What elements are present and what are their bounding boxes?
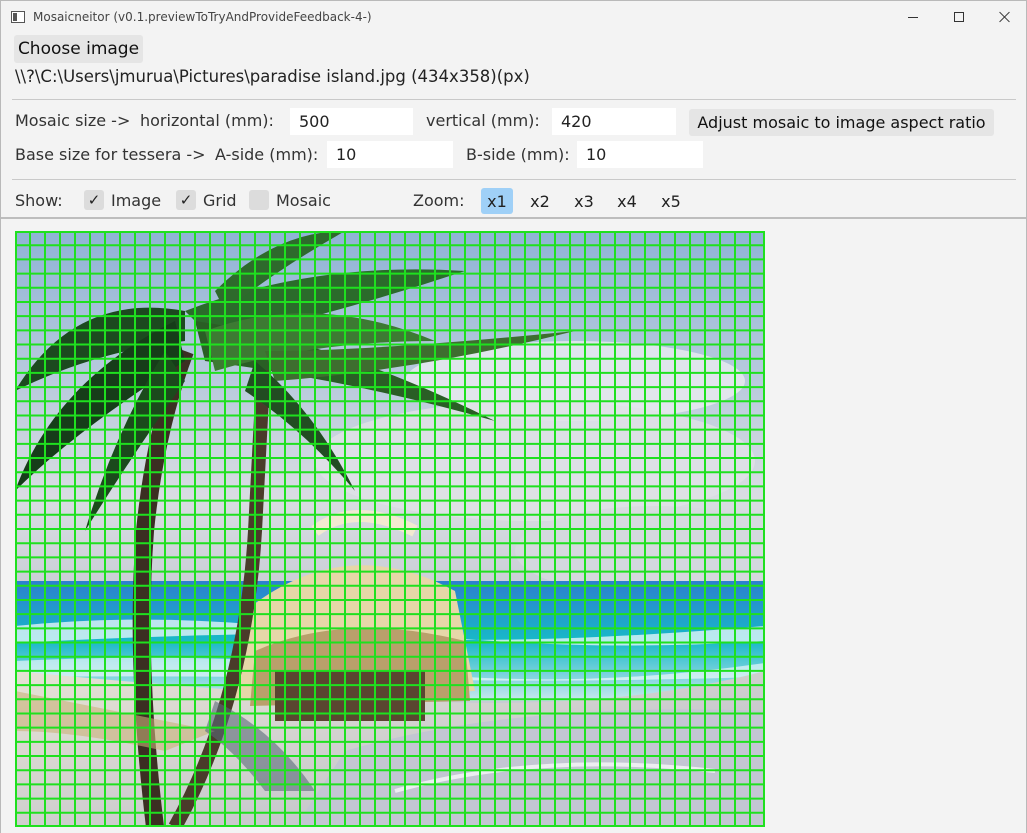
zoom-option-x5[interactable]: x5 <box>655 188 687 214</box>
app-window-icon <box>11 11 25 23</box>
close-icon <box>999 11 1011 23</box>
zoom-label: Zoom: <box>413 191 465 210</box>
minimize-icon <box>908 16 918 18</box>
divider <box>12 179 1016 180</box>
zoom-option-x1[interactable]: x1 <box>481 188 513 214</box>
paradise-island-image <box>15 231 765 827</box>
adjust-aspect-ratio-button[interactable]: Adjust mosaic to image aspect ratio <box>689 109 994 136</box>
show-grid-checkbox[interactable]: ✓ <box>176 190 196 210</box>
show-mosaic-label[interactable]: Mosaic <box>276 191 331 210</box>
mosaic-size-label: Mosaic size -> <box>15 111 131 130</box>
zoom-option-x4[interactable]: x4 <box>611 188 643 214</box>
image-file-path: \\?\C:\Users\jmurua\Pictures\paradise is… <box>15 67 530 86</box>
divider <box>12 99 1016 100</box>
app-window: Mosaicneitor (v0.1.previewToTryAndProvid… <box>0 0 1027 833</box>
show-image-label[interactable]: Image <box>111 191 161 210</box>
vertical-label: vertical (mm): <box>426 111 540 130</box>
show-label: Show: <box>15 191 63 210</box>
close-button[interactable] <box>982 1 1027 33</box>
a-side-input[interactable]: 10 <box>327 141 453 168</box>
choose-image-button[interactable]: Choose image <box>14 35 143 63</box>
b-side-label: B-side (mm): <box>466 145 570 164</box>
maximize-icon <box>954 12 964 22</box>
zoom-option-x3[interactable]: x3 <box>568 188 600 214</box>
horizontal-label: horizontal (mm): <box>140 111 274 130</box>
maximize-button[interactable] <box>936 1 982 33</box>
zoom-option-x2[interactable]: x2 <box>524 188 556 214</box>
checkmark-icon: ✓ <box>87 191 101 209</box>
horizontal-mm-input[interactable]: 500 <box>290 108 413 135</box>
b-side-input[interactable]: 10 <box>577 141 703 168</box>
a-side-label: A-side (mm): <box>215 145 319 164</box>
preview-canvas[interactable] <box>1 217 1026 833</box>
show-grid-label[interactable]: Grid <box>203 191 237 210</box>
window-title: Mosaicneitor (v0.1.previewToTryAndProvid… <box>33 10 372 24</box>
vertical-mm-input[interactable]: 420 <box>552 108 676 135</box>
checkmark-icon: ✓ <box>179 191 193 209</box>
show-mosaic-checkbox[interactable] <box>249 190 269 210</box>
image-preview[interactable] <box>15 231 765 827</box>
title-bar: Mosaicneitor (v0.1.previewToTryAndProvid… <box>1 1 1026 33</box>
tessera-base-label: Base size for tessera -> <box>15 145 206 164</box>
show-image-checkbox[interactable]: ✓ <box>84 190 104 210</box>
minimize-button[interactable] <box>890 1 936 33</box>
